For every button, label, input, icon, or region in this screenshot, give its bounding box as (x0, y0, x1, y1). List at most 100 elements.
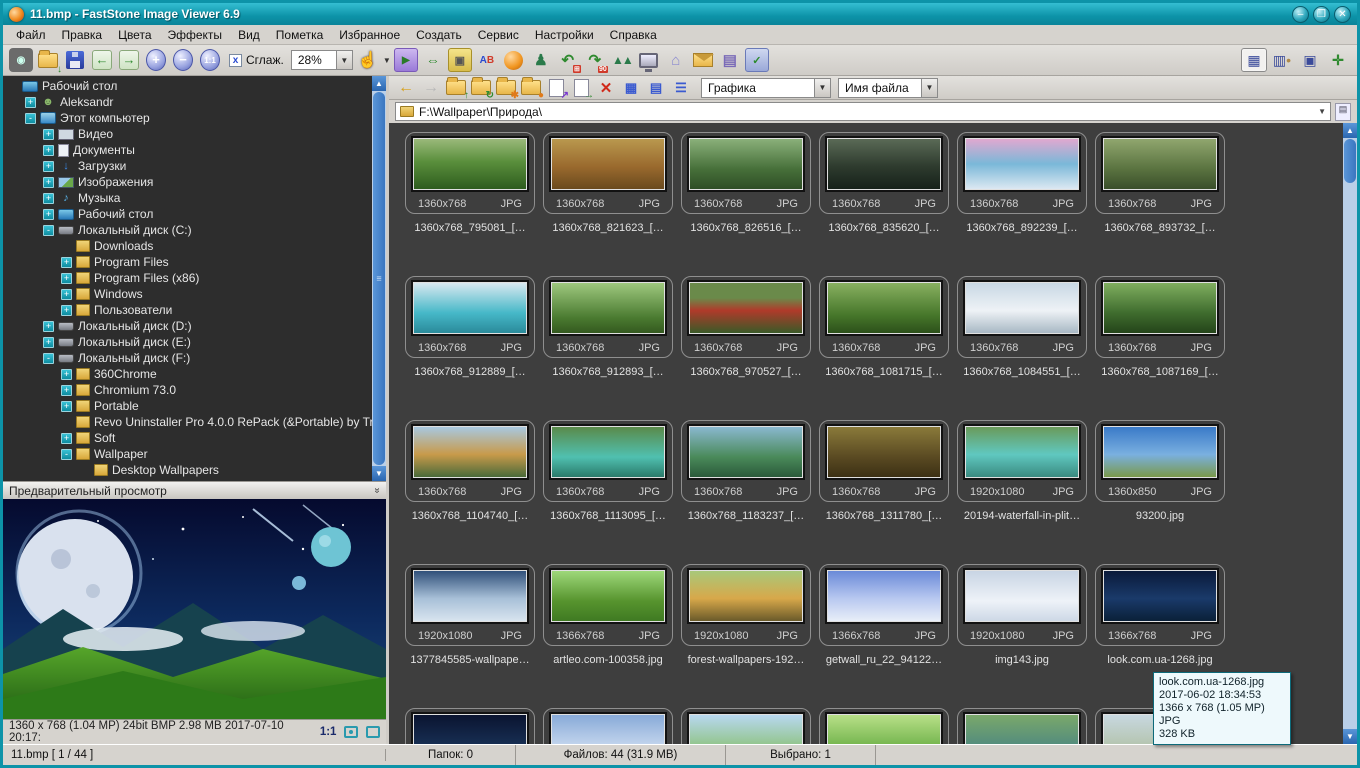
acquire-photo-icon[interactable]: ◉ (9, 48, 33, 72)
thumbnail-image[interactable] (1103, 426, 1217, 478)
expand-icon[interactable]: + (25, 97, 36, 108)
expand-icon[interactable]: + (43, 193, 54, 204)
thumbnail-item[interactable]: 1360x768JPG1360x768_912893_[… (539, 273, 677, 417)
thumbnail-item[interactable]: 1920x1080JPG1377845585-wallpape… (401, 561, 539, 705)
thumbnail-image[interactable] (827, 282, 941, 334)
thumbnail-frame[interactable]: 1360x850JPG (1095, 420, 1225, 502)
up-folder-button[interactable]: ↑ (445, 78, 467, 98)
thumbnail-image[interactable] (413, 426, 527, 478)
refresh-button[interactable]: ↻ (470, 78, 492, 98)
new-folder-button[interactable]: ✱ (495, 78, 517, 98)
view-details-button[interactable]: ▤ (645, 78, 667, 98)
favorites-folder-button[interactable]: ● (520, 78, 542, 98)
wallpaper-icon[interactable] (637, 48, 661, 72)
thumbnail-image[interactable] (965, 714, 1079, 744)
thumbnail-item[interactable]: 1366x768JPGgetwall_ru_22_94122… (815, 561, 953, 705)
expand-icon[interactable]: + (61, 385, 72, 396)
tree-scrollbar[interactable]: ▲ ▼ (372, 76, 386, 481)
thumbnail-frame[interactable]: 1360x768JPG (543, 420, 673, 502)
thumbnail-item[interactable] (953, 705, 1091, 744)
menu-item[interactable]: Сервис (471, 26, 526, 44)
thumbnail-frame[interactable]: 1920x1080JPG (405, 564, 535, 646)
settings-icon[interactable]: ✓ (745, 48, 769, 72)
expand-icon[interactable]: + (61, 289, 72, 300)
undo-icon[interactable]: ↶⊞ (556, 48, 580, 72)
tree-item[interactable]: +Revo Uninstaller Pro 4.0.0 RePack (&Por… (7, 414, 372, 430)
tree-item[interactable]: +Desktop Wallpapers (7, 462, 372, 478)
thumbnail-item[interactable]: 1360x768JPG1360x768_893732_[… (1091, 129, 1229, 273)
menu-item[interactable]: Вид (231, 26, 267, 44)
tree-item[interactable]: +Program Files (x86) (7, 270, 372, 286)
scroll-up-icon[interactable]: ▲ (372, 76, 386, 91)
save-icon[interactable] (63, 48, 87, 72)
crop-icon[interactable]: ▣ (448, 48, 472, 72)
layout-preview-left-button[interactable]: ▥• (1269, 48, 1295, 72)
actual-size-icon[interactable]: 1:1 (198, 48, 222, 72)
thumbnail-item[interactable]: 1360x768JPG1360x768_835620_[… (815, 129, 953, 273)
thumbnail-image[interactable] (689, 282, 803, 334)
menu-item[interactable]: Избранное (332, 26, 407, 44)
thumbnail-item[interactable]: 1360x768JPG1360x768_795081_[… (401, 129, 539, 273)
thumbnail-frame[interactable]: 1360x768JPG (957, 132, 1087, 214)
delete-button[interactable]: ✕ (595, 78, 617, 98)
thumbnail-frame[interactable]: 1360x768JPG (819, 276, 949, 358)
expand-icon[interactable]: + (61, 257, 72, 268)
thumbnail-image[interactable] (689, 426, 803, 478)
thumbnail-frame[interactable]: 1366x768JPG (543, 564, 673, 646)
expand-icon[interactable]: + (61, 369, 72, 380)
menu-item[interactable]: Создать (409, 26, 469, 44)
expand-icon[interactable]: + (61, 305, 72, 316)
layout-image-button[interactable]: ▣ (1297, 48, 1323, 72)
tree-item[interactable]: +Документы (7, 142, 372, 158)
thumbnail-item[interactable]: 1920x1080JPGimg143.jpg (953, 561, 1091, 705)
expand-icon[interactable]: + (61, 401, 72, 412)
rename-icon[interactable]: AB (475, 48, 499, 72)
thumbnail-item[interactable]: 1920x1080JPG20194-waterfall-in-plit… (953, 417, 1091, 561)
expand-icon[interactable]: + (43, 321, 54, 332)
compare-images-icon[interactable]: ▲▲ (610, 48, 634, 72)
thumbnail-item[interactable]: 1366x768JPGartleo.com-100358.jpg (539, 561, 677, 705)
copy-to-button[interactable]: ↗ (545, 78, 567, 98)
tree-item[interactable]: +360Chrome (7, 366, 372, 382)
thumbnail-frame[interactable]: 1360x768JPG (681, 420, 811, 502)
scroll-up-icon[interactable]: ▲ (1343, 123, 1357, 138)
thumbnail-frame[interactable]: 1360x768JPG (1095, 276, 1225, 358)
back-button[interactable]: ← (395, 78, 417, 98)
hand-tool-dropdown-icon[interactable]: ▼ (383, 56, 391, 65)
thumbnail-item[interactable]: 1360x768JPG1360x768_1084551_[… (953, 273, 1091, 417)
thumbnail-image[interactable] (689, 714, 803, 744)
thumbnail-image[interactable] (413, 714, 527, 744)
thumbnail-item[interactable]: 1360x850JPG93200.jpg (1091, 417, 1229, 561)
open-file-icon[interactable]: ↓ (36, 48, 60, 72)
copy-path-icon[interactable]: ▤ (1335, 103, 1351, 121)
thumbnail-image[interactable] (413, 138, 527, 190)
tree-item[interactable]: +♪Музыка (7, 190, 372, 206)
tree-item[interactable]: +Видео (7, 126, 372, 142)
tree-item[interactable]: +Downloads (7, 238, 372, 254)
tree-item[interactable]: -Локальный диск (F:) (7, 350, 372, 366)
thumbnail-item[interactable]: 1360x768JPG1360x768_912889_[… (401, 273, 539, 417)
thumbnail-image[interactable] (1103, 282, 1217, 334)
collapse-icon[interactable]: - (43, 225, 54, 236)
thumbnail-item[interactable]: 1360x768JPG1360x768_1087169_[… (1091, 273, 1229, 417)
chevron-down-icon[interactable]: ▼ (921, 79, 937, 97)
thumbnail-image[interactable] (827, 138, 941, 190)
clone-stamp-icon[interactable]: ♟ (529, 48, 553, 72)
expand-icon[interactable]: + (43, 337, 54, 348)
thumbnail-image[interactable] (827, 570, 941, 622)
tree-item[interactable]: +Изображения (7, 174, 372, 190)
tree-item[interactable]: +☻Aleksandr (7, 94, 372, 110)
thumbnail-item[interactable]: 1360x768JPG1360x768_1183237_[… (677, 417, 815, 561)
tree-item[interactable]: +Chromium 73.0 (7, 382, 372, 398)
thumbnail-image[interactable] (551, 282, 665, 334)
tree-item[interactable]: +Windows (7, 286, 372, 302)
scan-icon[interactable]: ⌂ (664, 48, 688, 72)
expand-icon[interactable]: + (43, 129, 54, 140)
tree-item[interactable]: -Локальный диск (C:) (7, 222, 372, 238)
thumbnail-image[interactable] (965, 426, 1079, 478)
smoothing-checkbox[interactable]: x (229, 54, 242, 67)
tree-item[interactable]: +Portable (7, 398, 372, 414)
menu-item[interactable]: Эффекты (161, 26, 230, 44)
thumbnail-image[interactable] (689, 138, 803, 190)
thumbnail-image[interactable] (551, 138, 665, 190)
